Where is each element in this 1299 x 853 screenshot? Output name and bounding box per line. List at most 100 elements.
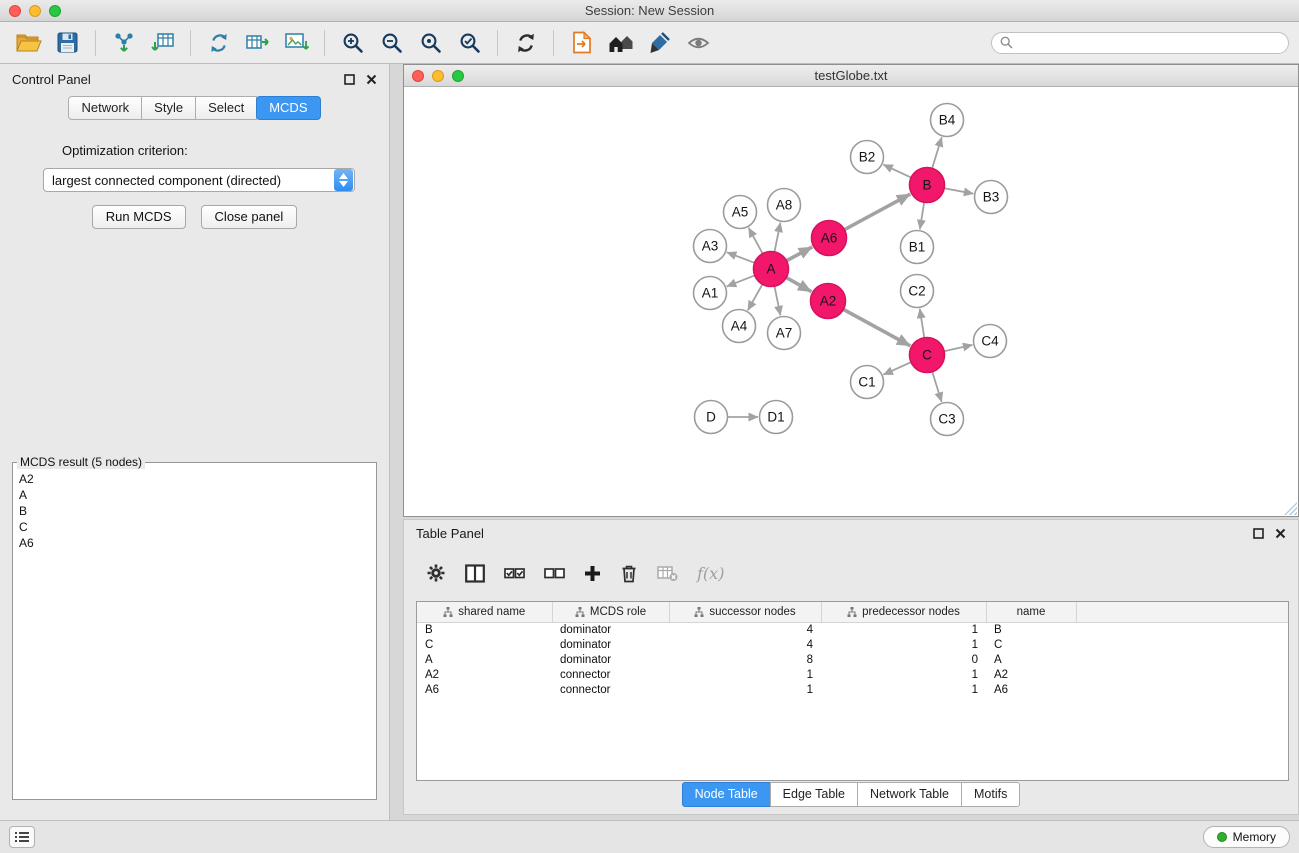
table-settings-button[interactable] <box>426 563 446 583</box>
table-row[interactable]: A2connector11A2 <box>417 668 1288 683</box>
zoom-selected-button[interactable] <box>451 26 488 60</box>
column-header-mcds-role[interactable]: MCDS role <box>552 602 669 622</box>
home-networks-button[interactable] <box>602 26 639 60</box>
network-edge-B-B4[interactable] <box>932 137 942 168</box>
mcds-result-item[interactable]: C <box>19 519 370 535</box>
network-node-B[interactable]: B <box>910 168 945 203</box>
network-node-A4[interactable]: A4 <box>723 310 756 343</box>
float-panel-icon[interactable] <box>344 74 355 85</box>
run-mcds-button[interactable]: Run MCDS <box>92 205 186 229</box>
network-node-B3[interactable]: B3 <box>975 181 1008 214</box>
search-input[interactable] <box>1018 36 1280 50</box>
apply-style-button[interactable] <box>641 26 678 60</box>
close-panel-icon[interactable] <box>366 74 377 85</box>
memory-button[interactable]: Memory <box>1203 826 1290 848</box>
tab-mcds[interactable]: MCDS <box>256 96 320 120</box>
network-edge-A-A8[interactable] <box>774 223 780 252</box>
close-network-window-button[interactable] <box>412 70 424 82</box>
network-node-D[interactable]: D <box>695 401 728 434</box>
network-node-B4[interactable]: B4 <box>931 104 964 137</box>
select-all-rows-button[interactable] <box>504 564 525 582</box>
network-edge-A6-B[interactable] <box>844 194 910 230</box>
network-edge-B-B2[interactable] <box>883 165 911 178</box>
network-node-C3[interactable]: C3 <box>931 403 964 436</box>
network-edge-A-A4[interactable] <box>748 284 763 310</box>
network-edge-B-B3[interactable] <box>944 188 973 193</box>
zoom-window-button[interactable] <box>49 5 61 17</box>
delete-table-button[interactable] <box>657 564 678 582</box>
node-table[interactable]: shared name MCDS role <box>416 601 1289 781</box>
network-edge-A-A1[interactable] <box>727 275 755 286</box>
network-node-D1[interactable]: D1 <box>760 401 793 434</box>
network-node-A2[interactable]: A2 <box>811 284 846 319</box>
delete-row-button[interactable] <box>620 564 638 583</box>
network-edge-A-A5[interactable] <box>749 228 763 254</box>
network-edge-C-C2[interactable] <box>920 309 925 338</box>
network-node-B2[interactable]: B2 <box>851 141 884 174</box>
network-edge-A-A7[interactable] <box>774 286 780 315</box>
network-node-A6[interactable]: A6 <box>812 221 847 256</box>
network-node-B1[interactable]: B1 <box>901 231 934 264</box>
mcds-result-item[interactable]: A6 <box>19 535 370 551</box>
show-hide-button[interactable] <box>680 26 717 60</box>
refresh-button[interactable] <box>507 26 544 60</box>
minimize-network-window-button[interactable] <box>432 70 444 82</box>
network-node-C4[interactable]: C4 <box>974 325 1007 358</box>
network-edge-A2-C[interactable] <box>843 309 910 346</box>
function-builder-button[interactable]: f(x) <box>697 564 724 583</box>
network-window-titlebar[interactable]: testGlobe.txt <box>404 65 1298 87</box>
network-node-C2[interactable]: C2 <box>901 275 934 308</box>
zoom-in-button[interactable] <box>334 26 371 60</box>
network-edge-C-C4[interactable] <box>944 345 972 351</box>
network-edge-B-B1[interactable] <box>920 202 924 229</box>
mcds-result-item[interactable]: A <box>19 487 370 503</box>
close-panel-button[interactable]: Close panel <box>201 205 298 229</box>
tab-network-table[interactable]: Network Table <box>857 782 962 807</box>
network-edge-C-C3[interactable] <box>932 372 941 402</box>
network-node-A[interactable]: A <box>754 252 789 287</box>
criterion-dropdown[interactable]: largest connected component (directed) <box>43 168 355 192</box>
table-row[interactable]: Bdominator41B <box>417 622 1288 638</box>
column-header-successor-nodes[interactable]: successor nodes <box>669 602 821 622</box>
tab-style[interactable]: Style <box>141 96 196 120</box>
zoom-fit-button[interactable] <box>412 26 449 60</box>
close-table-panel-icon[interactable] <box>1275 528 1286 539</box>
mcds-result-item[interactable]: B <box>19 503 370 519</box>
add-row-button[interactable] <box>584 565 601 582</box>
export-table-button[interactable] <box>239 26 276 60</box>
tab-network[interactable]: Network <box>68 96 142 120</box>
table-row[interactable]: A6connector11A6 <box>417 683 1288 698</box>
network-node-A5[interactable]: A5 <box>724 196 757 229</box>
network-node-C1[interactable]: C1 <box>851 366 884 399</box>
network-node-A7[interactable]: A7 <box>768 317 801 350</box>
network-node-A3[interactable]: A3 <box>694 230 727 263</box>
open-session-button[interactable] <box>10 26 47 60</box>
zoom-network-window-button[interactable] <box>452 70 464 82</box>
import-network-button[interactable] <box>105 26 142 60</box>
deselect-all-rows-button[interactable] <box>544 564 565 582</box>
column-header-predecessor-nodes[interactable]: predecessor nodes <box>821 602 986 622</box>
column-header-name[interactable]: name <box>986 602 1076 622</box>
export-image-button[interactable] <box>278 26 315 60</box>
network-edge-A-A6[interactable] <box>786 247 812 261</box>
network-node-A1[interactable]: A1 <box>694 277 727 310</box>
task-history-button[interactable] <box>9 826 35 848</box>
minimize-window-button[interactable] <box>29 5 41 17</box>
mcds-result-item[interactable]: A2 <box>19 471 370 487</box>
network-node-A8[interactable]: A8 <box>768 189 801 222</box>
import-table-button[interactable] <box>144 26 181 60</box>
first-network-view-button[interactable] <box>563 26 600 60</box>
zoom-out-button[interactable] <box>373 26 410 60</box>
network-node-C[interactable]: C <box>910 338 945 373</box>
close-window-button[interactable] <box>9 5 21 17</box>
table-row[interactable]: Adominator80A <box>417 653 1288 668</box>
column-header-shared-name[interactable]: shared name <box>417 602 552 622</box>
network-view[interactable]: B4 B2 B B3 A5 A8 A6 B1 A3 A C2 A1 A2 A4 A7 C C4 C1 C3 D D1 <box>404 87 1298 516</box>
save-session-button[interactable] <box>49 26 86 60</box>
network-edge-C-C1[interactable] <box>883 362 911 374</box>
tab-select[interactable]: Select <box>195 96 257 120</box>
network-edge-A-A2[interactable] <box>786 278 811 292</box>
tab-motifs[interactable]: Motifs <box>961 782 1020 807</box>
network-svg[interactable]: B4 B2 B B3 A5 A8 A6 B1 A3 A C2 A1 A2 A4 A7 C C4 C1 C3 D D1 <box>404 87 1298 516</box>
tab-edge-table[interactable]: Edge Table <box>770 782 858 807</box>
